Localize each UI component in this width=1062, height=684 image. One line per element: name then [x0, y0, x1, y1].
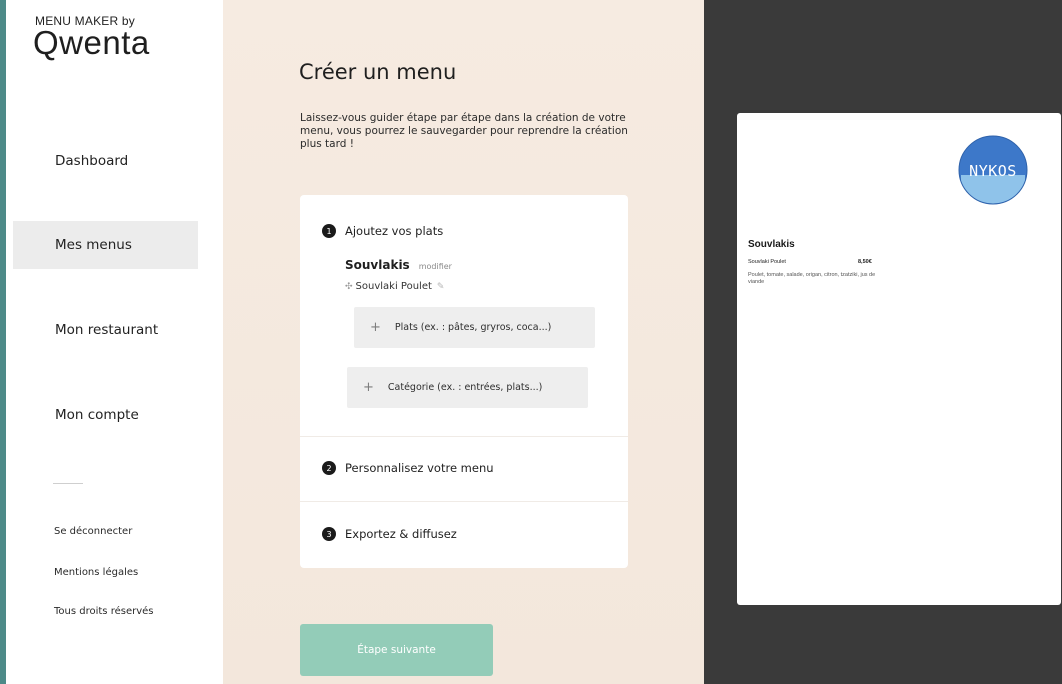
preview-category: Souvlakis [748, 239, 795, 250]
preview-description: Poulet, tomate, salade, origan, citron, … [748, 272, 876, 285]
category-name: Souvlakis [345, 258, 410, 272]
preview-panel: NYKOS Souvlakis Souvlaki Poulet 8,50€ Po… [704, 0, 1062, 684]
sidebar: MENU MAKER by Qwenta Dashboard Mes menus… [6, 0, 223, 684]
plus-icon: + [363, 380, 374, 395]
logout-link[interactable]: Se déconnecter [54, 526, 132, 537]
rights-link[interactable]: Tous droits réservés [54, 606, 154, 617]
plus-icon: + [370, 320, 381, 335]
nav-item-mon-compte[interactable]: Mon compte [13, 391, 198, 439]
nav-item-mes-menus[interactable]: Mes menus [13, 221, 198, 269]
page-description: Laissez-vous guider étape par étape dans… [300, 112, 628, 150]
page-title: Créer un menu [299, 60, 457, 84]
numbered-circle-icon: 1 [322, 224, 336, 238]
add-dish-label: Plats (ex. : pâtes, gryros, coca...) [394, 322, 552, 333]
menu-preview: NYKOS Souvlakis Souvlaki Poulet 8,50€ Po… [737, 113, 1061, 605]
next-step-button[interactable]: Étape suivante [300, 624, 493, 676]
card-divider [300, 501, 628, 502]
dish-item[interactable]: ✣ Souvlaki Poulet ✎ [345, 281, 444, 292]
numbered-circle-icon: 3 [322, 527, 336, 541]
logo-text: NYKOS [969, 162, 1017, 180]
nav-item-dashboard[interactable]: Dashboard [13, 137, 198, 185]
pencil-icon[interactable]: ✎ [437, 282, 445, 292]
numbered-circle-icon: 2 [322, 461, 336, 475]
steps-card: 1 Ajoutez vos plats Souvlakis modifier ✣… [300, 195, 628, 568]
dish-name: Souvlaki Poulet [355, 281, 432, 292]
nav-item-mon-restaurant[interactable]: Mon restaurant [13, 306, 198, 354]
main-content: Créer un menu Laissez-vous guider étape … [223, 0, 704, 684]
edit-category-link[interactable]: modifier [419, 262, 452, 271]
category-row: Souvlakis modifier [345, 258, 452, 272]
step-3[interactable]: 3 Exportez & diffusez [322, 527, 457, 541]
step-label: Ajoutez vos plats [345, 224, 444, 238]
sidebar-divider [53, 483, 83, 484]
preview-dish: Souvlaki Poulet [748, 259, 786, 265]
legal-link[interactable]: Mentions légales [54, 567, 138, 578]
step-label: Personnalisez votre menu [345, 461, 494, 475]
add-category-label: Catégorie (ex. : entrées, plats...) [387, 382, 543, 393]
brand-logo[interactable]: Qwenta [33, 24, 150, 62]
card-divider [300, 436, 628, 437]
add-dish-button[interactable]: + Plats (ex. : pâtes, gryros, coca...) [354, 307, 595, 348]
drag-handle-icon[interactable]: ✣ [345, 282, 353, 292]
add-category-button[interactable]: + Catégorie (ex. : entrées, plats...) [347, 367, 588, 408]
step-2[interactable]: 2 Personnalisez votre menu [322, 461, 494, 475]
step-1[interactable]: 1 Ajoutez vos plats [322, 224, 443, 238]
restaurant-logo: NYKOS [958, 135, 1028, 205]
preview-price: 8,50€ [858, 259, 872, 265]
step-label: Exportez & diffusez [345, 527, 457, 541]
